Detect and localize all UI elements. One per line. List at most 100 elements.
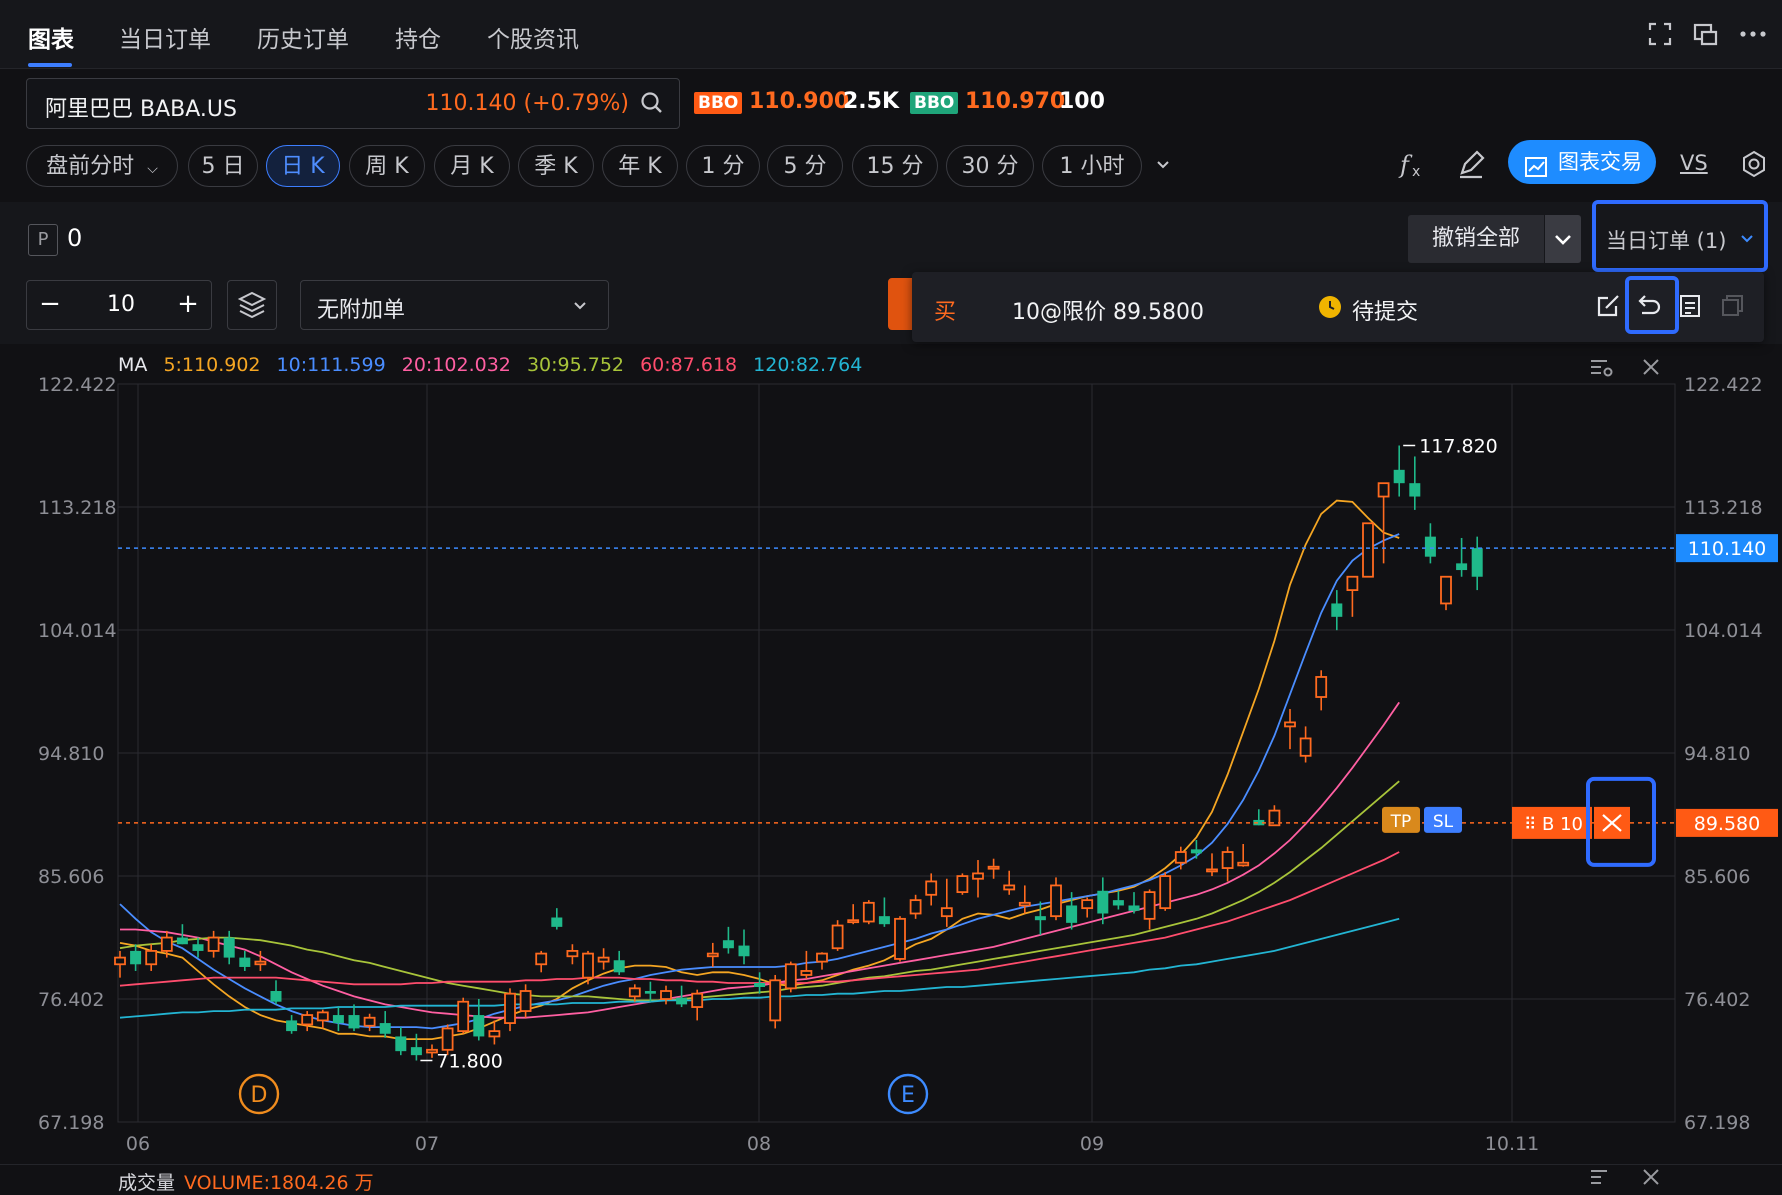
candle (301, 1011, 314, 1032)
candle-body (223, 937, 235, 958)
period-daily-k[interactable]: 日 K (266, 145, 340, 187)
cancel-all-dropdown[interactable] (1545, 215, 1581, 263)
candle (1128, 892, 1140, 914)
candle-body (831, 924, 844, 950)
ma-legend: MA 5:110.902 10:111.599 20:102.032 30:95… (118, 354, 872, 376)
candle (784, 961, 797, 993)
order-tag-label: B 10 (1542, 814, 1583, 835)
more-icon[interactable] (1738, 20, 1766, 48)
candle-body (1190, 849, 1202, 854)
period-weekly-k[interactable]: 周 K (349, 145, 425, 187)
candle (1237, 844, 1250, 867)
tab-today-orders[interactable]: 当日订单 (119, 20, 211, 54)
y-tick-label-left: 113.218 (38, 497, 117, 519)
candle (207, 930, 220, 958)
candle-body (1315, 676, 1328, 698)
indicator-settings-icon[interactable] (1588, 354, 1614, 380)
tab-stock-news[interactable]: 个股资讯 (487, 20, 579, 54)
candle-body (754, 982, 766, 987)
candle-body (457, 1000, 470, 1032)
today-orders-dropdown[interactable]: 当日订单 (1) (1592, 200, 1768, 272)
candle (1377, 482, 1390, 564)
chart-trade-button[interactable]: 图表交易 (1508, 140, 1656, 184)
period-30min[interactable]: 30 分 (946, 145, 1034, 187)
period-premarket[interactable]: 盘前分时 ⌵ (26, 145, 178, 187)
period-5min[interactable]: 5 分 (767, 145, 843, 187)
period-1min[interactable]: 1 分 (686, 145, 760, 187)
layers-icon[interactable] (227, 280, 277, 330)
indicator-fx-icon[interactable]: fx (1396, 146, 1432, 182)
close-indicator-icon[interactable] (1638, 354, 1664, 380)
order-tag-grip: ⠿ (1524, 815, 1536, 835)
y-tick-label-right: 76.402 (1684, 989, 1750, 1011)
search-icon[interactable] (639, 90, 665, 116)
close-volume-icon[interactable] (1638, 1166, 1664, 1192)
ma120-line (119, 917, 1400, 1019)
period-monthly-k[interactable]: 月 K (434, 145, 510, 187)
candle-body (878, 916, 890, 925)
y-tick-label-right: 122.422 (1684, 374, 1763, 396)
candle-body (410, 1047, 422, 1056)
attached-order-select[interactable]: 无附加单 (300, 280, 609, 330)
candle-body (239, 957, 251, 967)
last-price-label: 110.140 (1688, 538, 1767, 560)
draw-pen-icon[interactable] (1454, 146, 1490, 182)
candle-body (316, 1011, 329, 1022)
period-15min[interactable]: 15 分 (852, 145, 938, 187)
candle (1315, 670, 1328, 711)
candle (1003, 870, 1016, 895)
fullscreen-icon[interactable] (1646, 20, 1674, 48)
candle-body (176, 937, 188, 945)
symbol-search-box[interactable]: 阿里巴巴 BABA.US 110.140 (+0.79%) (26, 78, 680, 129)
candle-body (160, 936, 173, 952)
settings-gear-icon[interactable] (1738, 148, 1774, 184)
quantity-input[interactable]: 10 (107, 292, 135, 317)
period-5d[interactable]: 5 日 (188, 145, 258, 187)
candle-body (1003, 884, 1016, 891)
period-yearly-k[interactable]: 年 K (602, 145, 678, 187)
period-quarterly-k[interactable]: 季 K (518, 145, 594, 187)
y-tick-label-right: 85.606 (1684, 866, 1750, 888)
candle (847, 904, 860, 925)
clock-icon (1319, 296, 1341, 318)
ma-legend-title: MA (118, 354, 148, 376)
candlestick-chart[interactable]: 122.422 122.422 113.218 113.218 104.014 104.0… (0, 346, 1782, 1164)
y-tick-label-left: 122.422 (38, 374, 117, 396)
candle (239, 950, 251, 971)
candle-body (628, 987, 641, 998)
y-tick-label-left: 85.606 (38, 866, 104, 888)
candle (894, 916, 906, 962)
more-periods-chevron-icon[interactable] (1150, 152, 1176, 178)
period-1hour[interactable]: 1 小时 (1042, 145, 1142, 187)
candle-body (909, 899, 922, 915)
compare-vs-button[interactable]: VS (1680, 148, 1716, 184)
popout-icon[interactable] (1692, 20, 1720, 48)
quantity-increase-button[interactable]: + (173, 289, 203, 319)
copy-order-icon[interactable] (1716, 290, 1748, 322)
order-description: 10@限价 89.5800 (1012, 300, 1204, 325)
event-marker-label: E (901, 1083, 915, 1108)
candle-body (332, 1015, 344, 1024)
tab-chart[interactable]: 图表 (28, 20, 74, 54)
candle-body (816, 952, 828, 963)
candle (800, 950, 813, 979)
candle-body (847, 919, 860, 924)
submit-button-partial[interactable] (888, 278, 912, 330)
candle-body (691, 992, 704, 1008)
edit-order-icon[interactable] (1592, 290, 1624, 322)
cancel-all-button[interactable]: 撤销全部 (1408, 215, 1544, 263)
candle (332, 1007, 344, 1032)
candle (769, 974, 782, 1029)
tab-history-orders[interactable]: 历史订单 (257, 20, 349, 54)
tab-positions[interactable]: 持仓 (395, 20, 441, 54)
quantity-decrease-button[interactable]: − (35, 289, 65, 319)
chevron-down-icon (1741, 235, 1753, 243)
candle-body (535, 952, 548, 966)
volume-settings-icon[interactable] (1588, 1166, 1614, 1192)
ma120-value: 120:82.764 (753, 354, 863, 376)
symbol-name: 阿里巴巴 BABA.US (45, 97, 237, 122)
candle-body (1409, 483, 1421, 497)
candle-body (1377, 482, 1390, 498)
candle-body (207, 936, 220, 952)
candle (597, 948, 610, 970)
